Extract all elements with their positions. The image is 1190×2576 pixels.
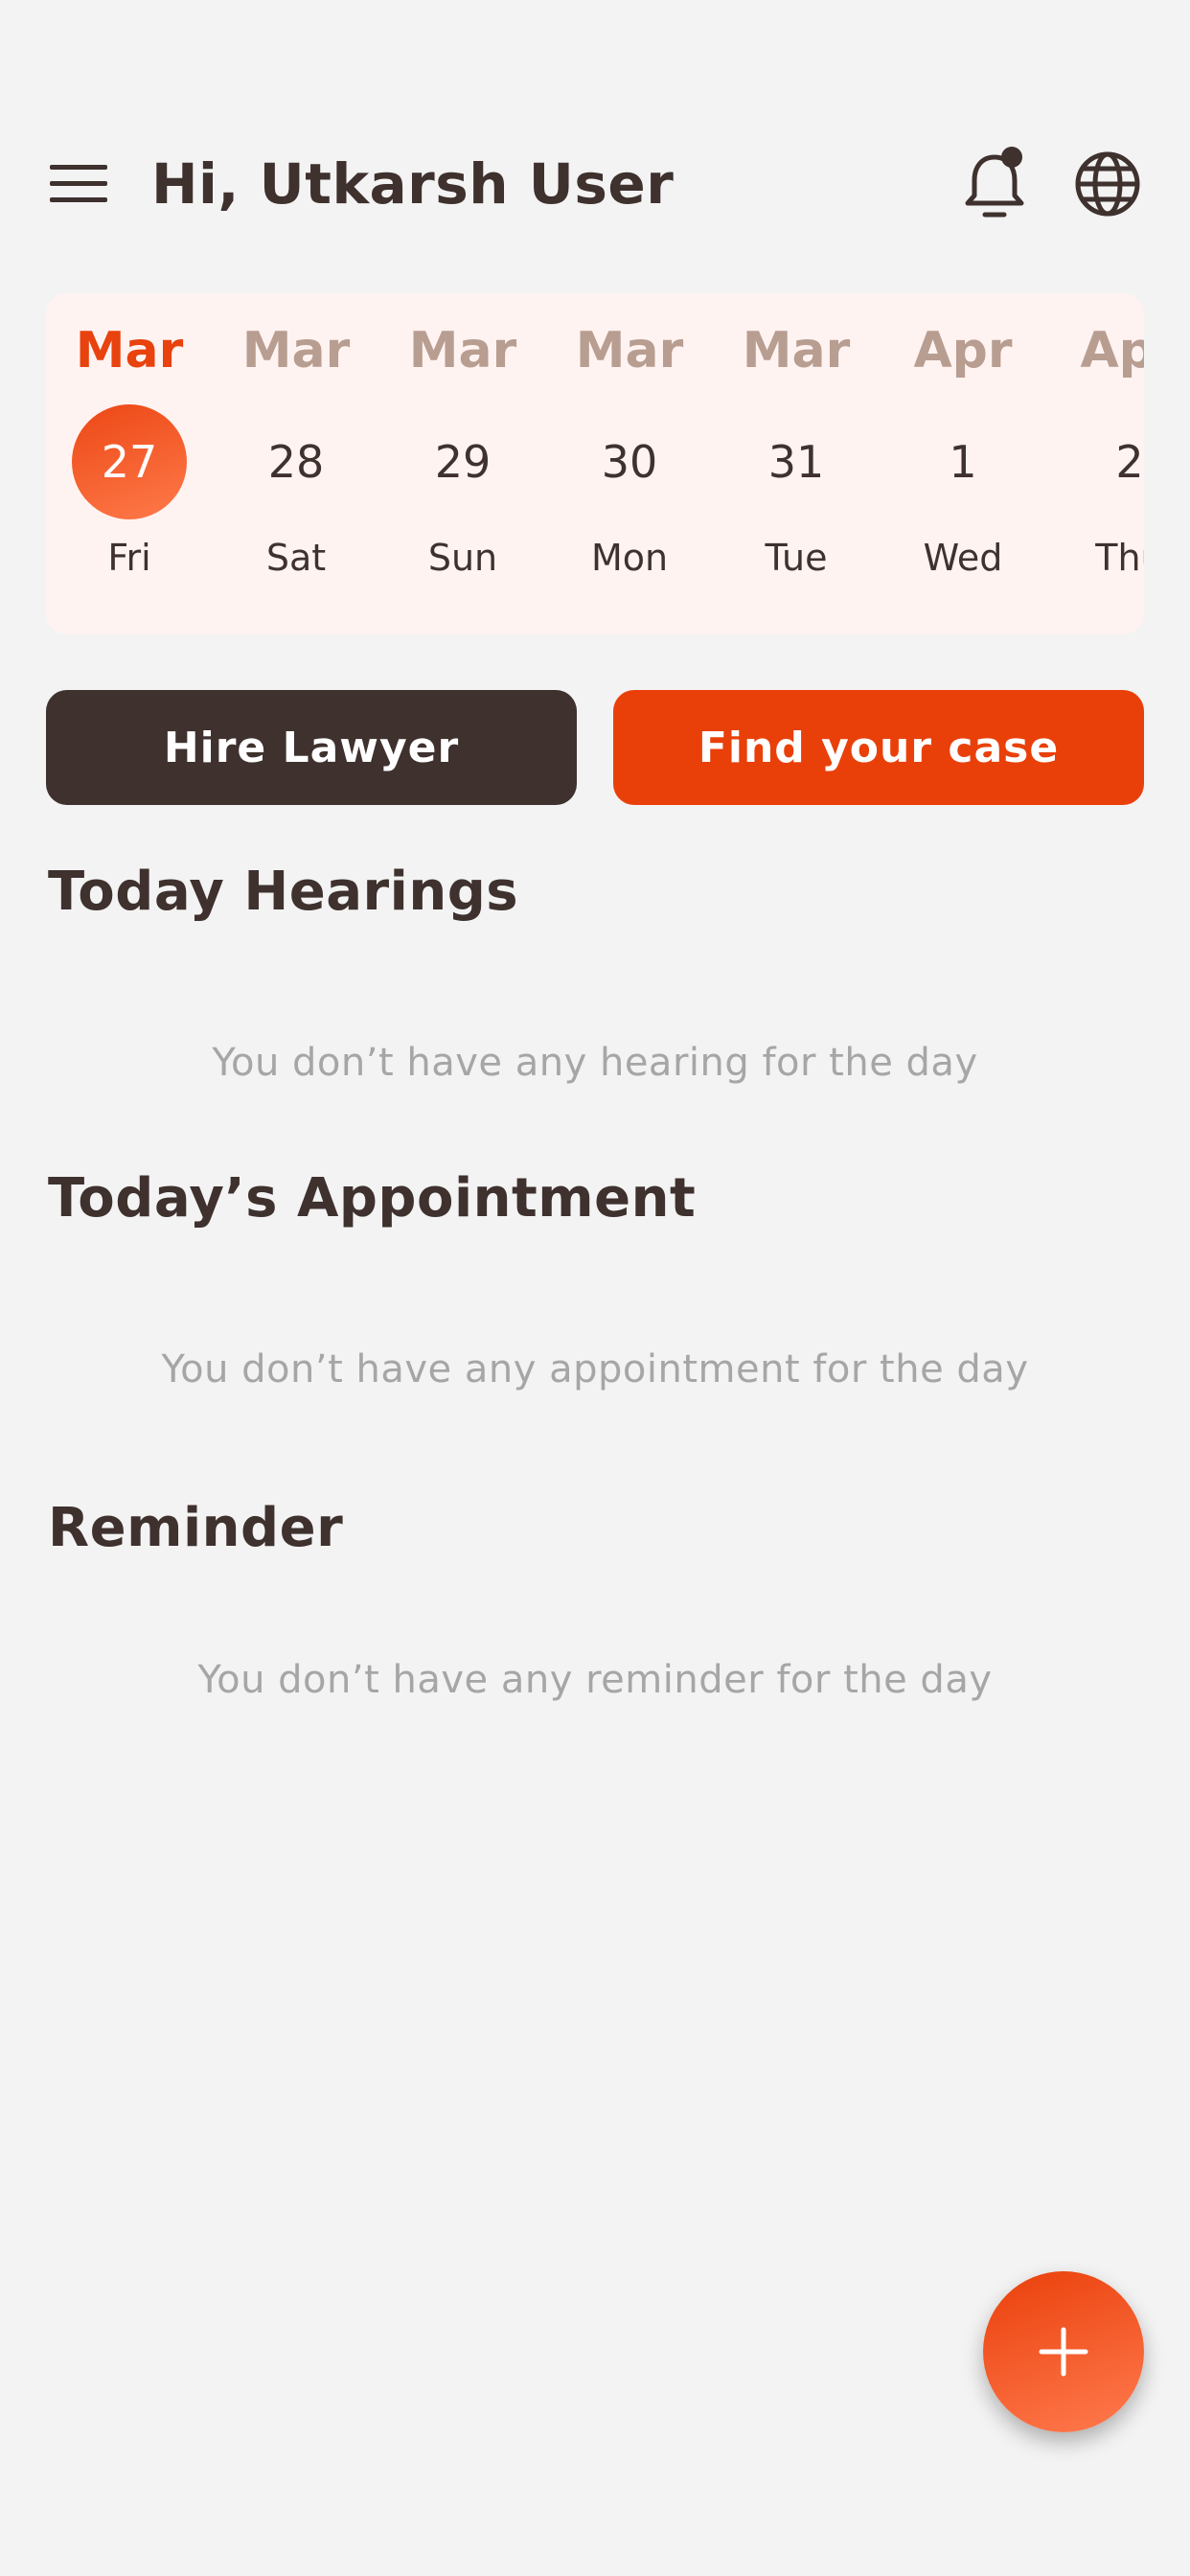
- date-month: Apr: [913, 322, 1013, 380]
- date-circle: 31: [739, 404, 854, 519]
- date-weekday: Sun: [427, 537, 498, 579]
- notifications-button[interactable]: [958, 144, 1031, 224]
- date-item[interactable]: Mar 28 Sat: [213, 293, 379, 634]
- date-number: 28: [267, 436, 325, 488]
- reminder-empty-message: You don’t have any reminder for the day: [197, 1658, 993, 1702]
- date-circle: 1: [905, 404, 1020, 519]
- date-item-selected[interactable]: Mar 27 Fri: [46, 293, 213, 634]
- date-number: 30: [601, 436, 658, 488]
- add-fab-button[interactable]: [983, 2271, 1144, 2432]
- date-number: 27: [101, 436, 158, 488]
- date-month: Mar: [742, 322, 851, 380]
- date-weekday: Sat: [265, 537, 327, 579]
- date-circle: 28: [239, 404, 354, 519]
- hearings-title: Today Hearings: [48, 861, 519, 923]
- date-month: Apr: [1080, 322, 1144, 380]
- date-weekday: Fri: [107, 537, 151, 579]
- date-number: 2: [1115, 436, 1144, 488]
- date-month: Mar: [75, 322, 184, 380]
- date-weekday: Mon: [590, 537, 669, 579]
- date-month: Mar: [575, 322, 684, 380]
- date-weekday: Thu: [1095, 537, 1144, 579]
- hearings-empty-message: You don’t have any hearing for the day: [212, 1041, 978, 1085]
- date-month: Mar: [408, 322, 517, 380]
- app-header: Hi, Utkarsh User: [0, 144, 1190, 224]
- date-item[interactable]: Mar 29 Sun: [379, 293, 546, 634]
- date-weekday: Wed: [923, 537, 1003, 579]
- date-number: 31: [767, 436, 825, 488]
- greeting-title: Hi, Utkarsh User: [151, 151, 675, 217]
- date-item[interactable]: Apr 2 Thu: [1046, 293, 1144, 634]
- date-circle: 29: [405, 404, 520, 519]
- find-case-button[interactable]: Find your case: [613, 690, 1144, 805]
- date-item[interactable]: Mar 31 Tue: [713, 293, 880, 634]
- menu-button[interactable]: [48, 161, 111, 207]
- date-circle: 27: [72, 404, 187, 519]
- reminder-title: Reminder: [48, 1497, 344, 1559]
- date-circle: 2: [1072, 404, 1144, 519]
- date-item[interactable]: Mar 30 Mon: [546, 293, 713, 634]
- globe-icon: [1075, 151, 1140, 217]
- notification-dot: [1001, 147, 1022, 168]
- language-button[interactable]: [1073, 150, 1142, 218]
- date-strip[interactable]: Mar 27 Fri Mar 28 Sat Mar 29 Sun Mar 30 …: [46, 293, 1144, 634]
- appointment-title: Today’s Appointment: [48, 1167, 697, 1230]
- date-weekday: Tue: [765, 537, 828, 579]
- date-circle: 30: [572, 404, 687, 519]
- plus-icon: [1039, 2327, 1088, 2377]
- date-number: 29: [434, 436, 492, 488]
- date-number: 1: [949, 436, 977, 488]
- date-item[interactable]: Apr 1 Wed: [880, 293, 1046, 634]
- hamburger-menu-icon: [50, 165, 107, 202]
- appointment-empty-message: You don’t have any appointment for the d…: [161, 1347, 1029, 1392]
- hire-lawyer-button[interactable]: Hire Lawyer: [46, 690, 577, 805]
- bell-icon: [965, 147, 1024, 218]
- date-month: Mar: [241, 322, 351, 380]
